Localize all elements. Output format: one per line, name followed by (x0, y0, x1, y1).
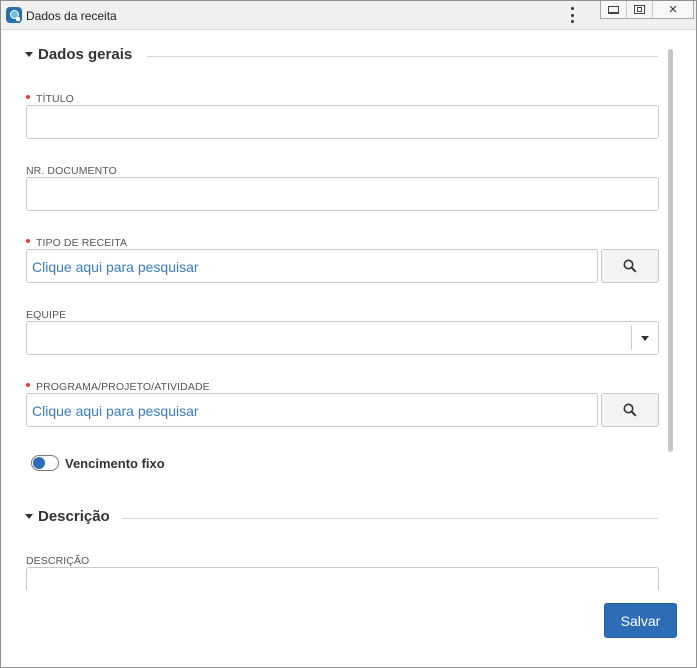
titulo-input[interactable] (26, 105, 659, 139)
section-divider (147, 56, 658, 57)
more-options-icon[interactable] (567, 7, 577, 23)
section-header-description[interactable]: Descrição (25, 508, 110, 525)
maximize-button[interactable] (626, 1, 652, 18)
nr-documento-label: NR. DOCUMENTO (26, 165, 117, 177)
tipo-receita-placeholder: Clique aqui para pesquisar (32, 259, 199, 275)
programa-label: PROGRAMA/PROJETO/ATIVIDADE (26, 381, 210, 393)
nr-documento-input[interactable] (26, 177, 659, 211)
dialog-window: Dados da receita ✕ Dados gerais TÍTULO N… (0, 0, 697, 668)
tipo-receita-label: TIPO DE RECEITA (26, 237, 127, 249)
window-controls: ✕ (600, 1, 694, 19)
section-divider (122, 518, 658, 519)
toggle-knob (33, 457, 45, 469)
collapse-caret-icon (25, 514, 33, 519)
section-title-general: Dados gerais (38, 46, 133, 63)
descricao-label: DESCRIÇÃO (26, 555, 90, 567)
programa-search-button[interactable] (601, 393, 659, 427)
equipe-label: EQUIPE (26, 309, 67, 321)
close-icon: ✕ (668, 4, 678, 16)
chevron-down-icon (641, 335, 649, 341)
tipo-receita-search-button[interactable] (601, 249, 659, 283)
required-indicator (26, 95, 30, 100)
collapse-caret-icon (25, 52, 33, 57)
section-title-description: Descrição (38, 508, 110, 525)
save-button[interactable]: Salvar (604, 603, 677, 638)
maximize-icon (634, 5, 645, 14)
title-bar: Dados da receita ✕ (1, 1, 696, 30)
titulo-label: TÍTULO (26, 93, 74, 105)
programa-lookup[interactable]: Clique aqui para pesquisar (26, 393, 598, 427)
section-header-general[interactable]: Dados gerais (25, 46, 132, 63)
window-title: Dados da receita (26, 9, 117, 23)
vertical-scrollbar[interactable] (668, 49, 673, 452)
required-indicator (26, 239, 30, 244)
equipe-select[interactable] (26, 321, 659, 355)
vencimento-fixo-toggle-row: Vencimento fixo (31, 455, 165, 471)
close-button[interactable]: ✕ (652, 1, 693, 18)
search-icon (623, 403, 637, 417)
form-content: Dados gerais TÍTULO NR. DOCUMENTO TIPO D… (1, 30, 666, 590)
programa-placeholder: Clique aqui para pesquisar (32, 403, 199, 419)
dropdown-button[interactable] (631, 326, 658, 350)
vencimento-fixo-label: Vencimento fixo (65, 455, 165, 471)
tipo-receita-lookup[interactable]: Clique aqui para pesquisar (26, 249, 598, 283)
minimize-icon (608, 5, 619, 14)
descricao-textarea[interactable] (26, 567, 659, 590)
minimize-button[interactable] (601, 1, 626, 18)
app-logo-icon (6, 7, 22, 23)
search-icon (623, 259, 637, 273)
required-indicator (26, 383, 30, 388)
vencimento-fixo-toggle[interactable] (31, 455, 59, 471)
